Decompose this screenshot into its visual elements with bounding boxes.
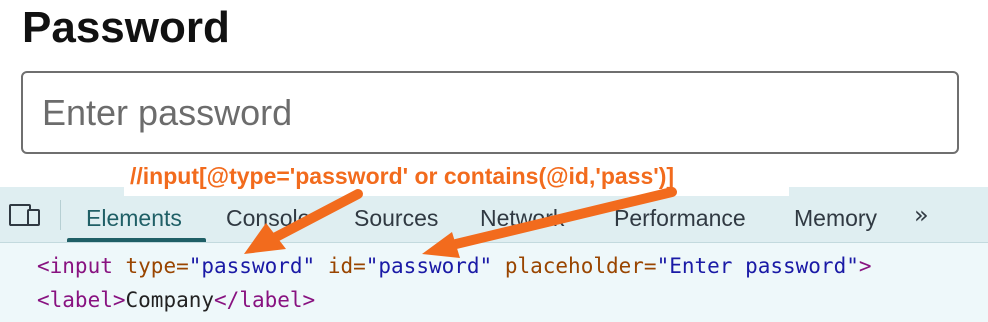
code-line-label[interactable]: <label>Company</label> bbox=[37, 287, 315, 313]
code-line-input[interactable]: <input type="password" id="password" pla… bbox=[37, 253, 872, 279]
val-placeholder: "Enter password" bbox=[656, 254, 859, 278]
tag-close: > bbox=[858, 254, 872, 278]
tag-open: <input bbox=[37, 254, 126, 278]
active-tab-indicator bbox=[67, 238, 206, 242]
val-id: "password" bbox=[365, 254, 493, 278]
password-input[interactable] bbox=[21, 71, 959, 154]
tab-console[interactable]: Console bbox=[226, 204, 310, 232]
label-open: <label> bbox=[37, 288, 126, 312]
page-title: Password bbox=[22, 3, 230, 52]
more-tabs-icon[interactable]: » bbox=[914, 201, 929, 229]
tab-network[interactable]: Network bbox=[480, 204, 564, 232]
device-toolbar-icon[interactable] bbox=[8, 202, 42, 233]
tab-memory[interactable]: Memory bbox=[794, 204, 877, 232]
xpath-annotation: //input[@type='password' or contains(@id… bbox=[130, 163, 675, 189]
tab-separator bbox=[60, 200, 61, 230]
label-text: Company bbox=[125, 288, 215, 312]
attr-type: type= bbox=[125, 254, 189, 278]
devtools-panel: Elements Console Sources Network Perform… bbox=[0, 187, 988, 322]
label-close: </label> bbox=[214, 288, 316, 312]
tab-sources[interactable]: Sources bbox=[354, 204, 438, 232]
tab-performance[interactable]: Performance bbox=[614, 204, 746, 232]
attr-id: id= bbox=[315, 254, 366, 278]
attr-placeholder: placeholder= bbox=[492, 254, 657, 278]
val-type: "password" bbox=[188, 254, 316, 278]
tab-elements[interactable]: Elements bbox=[86, 204, 182, 232]
